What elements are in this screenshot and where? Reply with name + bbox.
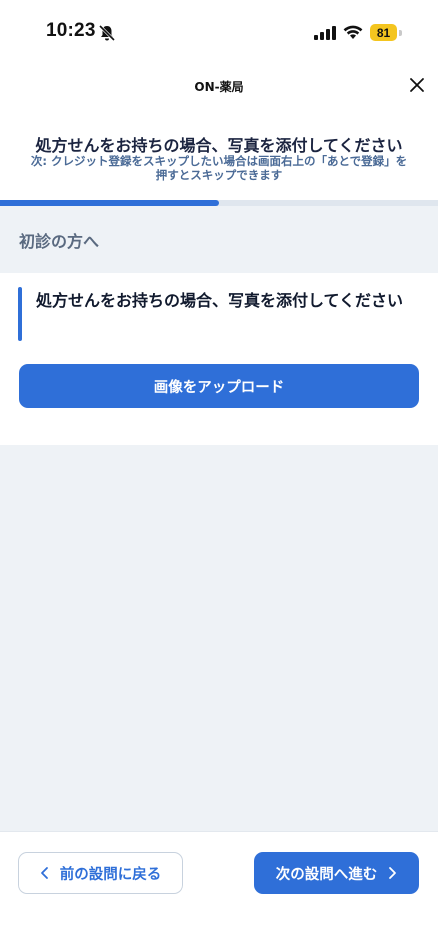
battery-icon: 81: [370, 24, 397, 41]
bell-slash-icon: [98, 24, 116, 42]
wifi-icon: [343, 25, 363, 39]
nav-title: ON-薬局: [194, 80, 244, 94]
chevron-left-icon: [40, 867, 48, 879]
battery-cap: [399, 30, 402, 36]
question-hint-line1: 次: クレジット登録をスキップしたい場合は画面右上の「あとで登録」を: [30, 154, 408, 168]
status-time: 10:23: [46, 20, 96, 41]
chevron-right-icon: [389, 867, 397, 879]
status-bar: 10:23 81: [0, 0, 438, 62]
next-question-label: 次の設問へ進む: [275, 866, 378, 883]
prev-question-button[interactable]: 前の設問に戻る: [18, 852, 183, 894]
question-hint-line2: 押すとスキップできます: [155, 168, 283, 182]
footer: 前の設問に戻る 次の設問へ進む: [0, 831, 438, 951]
upload-image-button[interactable]: 画像をアップロード: [19, 364, 419, 408]
question-hint: 次: クレジット登録をスキップしたい場合は画面右上の「あとで登録」を 押すとスキ…: [0, 154, 438, 182]
close-icon[interactable]: [409, 77, 425, 93]
question-header: 処方せんをお持ちの場合、写真を添付してください 次: クレジット登録をスキップし…: [0, 108, 438, 200]
card-question-text: 処方せんをお持ちの場合、写真を添付してください: [36, 291, 404, 310]
nav-bar: ON-薬局: [0, 62, 438, 108]
next-question-button[interactable]: 次の設問へ進む: [254, 852, 419, 894]
signal-icon: [314, 26, 336, 40]
section-band: 初診の方へ: [0, 206, 438, 273]
question-title: 処方せんをお持ちの場合、写真を添付してください: [35, 136, 403, 155]
card-accent-bar: [18, 287, 22, 341]
battery-level: 81: [376, 25, 391, 40]
question-card: 処方せんをお持ちの場合、写真を添付してください 画像をアップロード: [0, 273, 438, 445]
section-title: 初診の方へ: [19, 232, 100, 251]
prev-question-label: 前の設問に戻る: [59, 866, 162, 883]
